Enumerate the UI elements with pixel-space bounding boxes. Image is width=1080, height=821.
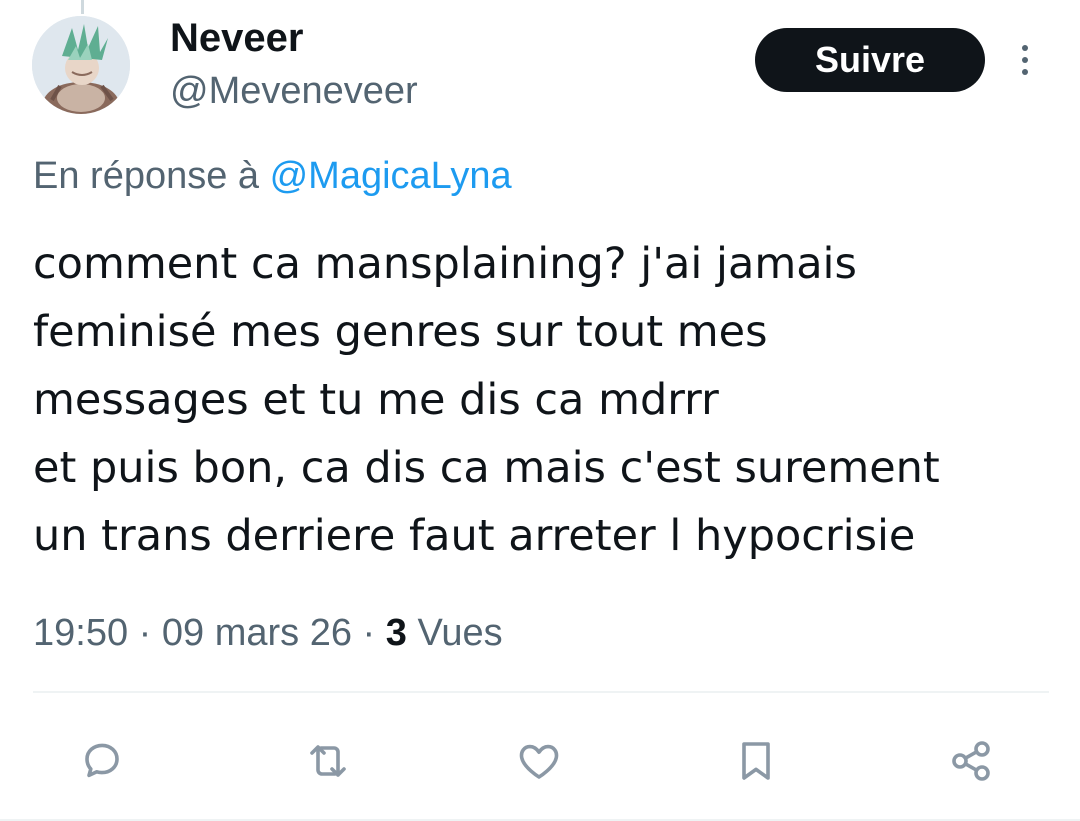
repost-icon — [310, 745, 346, 777]
more-vertical-icon[interactable] — [1010, 40, 1040, 80]
thread-connector-line — [81, 0, 84, 14]
tweet-meta: 19:50 · 09 mars 26 · 3 Vues — [33, 608, 503, 658]
reply-context: En réponse à @MagicaLyna — [33, 152, 512, 200]
bookmark-button[interactable] — [729, 734, 783, 788]
heart-icon — [519, 744, 559, 779]
avatar-image — [32, 16, 130, 114]
avatar[interactable] — [32, 16, 130, 114]
reply-button[interactable] — [75, 734, 129, 788]
meta-separator: · — [351, 612, 386, 654]
views-count: 3 — [385, 612, 407, 654]
tweet-date[interactable]: 09 mars 26 — [162, 612, 352, 654]
divider — [33, 691, 1049, 693]
comment-icon — [85, 743, 119, 778]
repost-button[interactable] — [301, 734, 355, 788]
more-dot — [1022, 45, 1028, 51]
reply-prefix: En réponse à — [33, 155, 270, 197]
author-display-name[interactable]: Neveer — [170, 14, 303, 62]
tweet-time[interactable]: 19:50 — [33, 612, 128, 654]
share-icon — [952, 741, 990, 781]
views-label: Vues — [406, 612, 503, 654]
meta-separator: · — [128, 612, 162, 654]
author-handle[interactable]: @Meveneveer — [170, 68, 418, 114]
share-button[interactable] — [944, 734, 998, 788]
reply-mention-link[interactable]: @MagicaLyna — [270, 155, 512, 197]
more-dot — [1022, 69, 1028, 75]
like-button[interactable] — [512, 734, 566, 788]
follow-button[interactable]: Suivre — [755, 28, 985, 92]
bookmark-icon — [742, 742, 770, 780]
more-dot — [1022, 57, 1028, 63]
tweet-text: comment ca mansplaining? j'ai jamais fem… — [33, 239, 940, 561]
